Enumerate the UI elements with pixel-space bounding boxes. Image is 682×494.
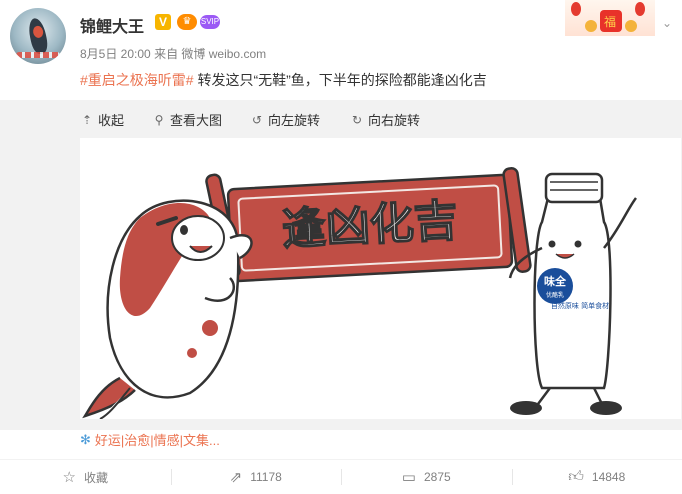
collapse-label: 收起 [98, 113, 125, 128]
media-panel: ⇡ 收起 ⚲ 查看大图 ↺ 向左旋转 ↻ 向右旋转 逢凶化吉 味全 优酪乳 自然… [0, 100, 682, 430]
rotate-right-button[interactable]: ↻ 向右旋转 [350, 110, 420, 129]
koi-fish-graphic [26, 16, 50, 56]
repost-count: 11178 [250, 470, 282, 484]
post-header: 锦鲤大王 V ♛ SVIP 8月5日 20:00 来自 微博 weibo.com… [0, 0, 682, 100]
media-toolbar: ⇡ 收起 ⚲ 查看大图 ↺ 向左旋转 ↻ 向右旋转 [0, 100, 682, 136]
comment-icon: ▭ [401, 469, 416, 486]
search-icon: ⚲ [154, 112, 164, 127]
topic-tags-text[interactable]: 好运|治愈|情感|文集... [95, 430, 220, 449]
lucky-card-decoration[interactable] [565, 0, 655, 36]
topic-tags[interactable]: ✻ 好运|治愈|情感|文集... [80, 430, 220, 449]
view-large-label: 查看大图 [170, 113, 223, 128]
arrow-up-icon: ⇡ [81, 112, 93, 127]
post-text: #重启之极海听雷# 转发这只“无鞋”鱼，下半年的探险都能逢凶化吉 [80, 70, 487, 90]
crown-badge-icon[interactable]: ♛ [177, 14, 197, 30]
share-icon: ⇗ [229, 469, 243, 486]
comment-count: 2875 [423, 470, 451, 484]
chevron-down-icon[interactable]: ⌄ [660, 16, 674, 30]
hashtag-link[interactable]: #重启之极海听雷# [80, 72, 194, 88]
topic-icon: ✻ [80, 431, 91, 447]
post-meta: 8月5日 20:00 来自 微博 weibo.com [80, 45, 266, 62]
verified-badge-icon[interactable]: V [155, 14, 171, 30]
coin-icon [585, 20, 597, 32]
thumbs-up-icon: 👍︎ [568, 468, 584, 485]
avatar-decoration [16, 52, 60, 58]
comment-button[interactable]: ▭ 2875 [341, 460, 512, 494]
star-icon: ☆ [62, 469, 76, 486]
post-date[interactable]: 8月5日 20:00 [80, 47, 151, 61]
view-large-button[interactable]: ⚲ 查看大图 [152, 110, 222, 129]
bottle-character: 味全 优酪乳 自然原味 简单食材 [508, 172, 637, 415]
rotate-left-icon: ↺ [251, 112, 263, 127]
bottle-brand-sub: 优酪乳 [546, 291, 564, 299]
action-bar: ☆ 收藏 ⇗ 11178 ▭ 2875 👍︎ 14848 [0, 460, 682, 494]
user-avatar[interactable] [10, 8, 66, 64]
like-count: 14848 [591, 470, 626, 484]
coin-icon [625, 20, 637, 32]
like-button[interactable]: 👍︎ 14848 [511, 460, 682, 494]
rotate-left-label: 向左旋转 [268, 113, 321, 128]
post-image[interactable]: 逢凶化吉 味全 优酪乳 自然原味 简单食材 [80, 138, 681, 419]
post-source[interactable]: 微博 weibo.com [181, 47, 266, 61]
collapse-button[interactable]: ⇡ 收起 [80, 110, 124, 129]
koi-and-bottle-illustration: 逢凶化吉 味全 优酪乳 自然原味 简单食材 [82, 167, 637, 419]
bottle-copy: 自然原味 简单食材 [551, 301, 609, 310]
favorite-button[interactable]: ☆ 收藏 [0, 460, 171, 494]
koi-character [82, 199, 253, 419]
svip-badge-icon[interactable]: SVIP [200, 15, 220, 29]
repost-button[interactable]: ⇗ 11178 [170, 460, 342, 494]
banner: 逢凶化吉 [205, 167, 532, 283]
rotate-right-icon: ↻ [351, 112, 363, 127]
from-label: 来自 [154, 47, 179, 61]
bottle-brand: 味全 [544, 274, 567, 288]
lantern-icon [571, 2, 581, 16]
rotate-right-label: 向右旋转 [368, 113, 421, 128]
banner-text: 逢凶化吉 [281, 195, 459, 255]
post-body: 转发这只“无鞋”鱼，下半年的探险都能逢凶化吉 [197, 72, 487, 88]
user-name[interactable]: 锦鲤大王 [80, 13, 144, 37]
red-envelope-icon [600, 10, 622, 32]
lantern-icon [635, 2, 645, 16]
favorite-label: 收藏 [83, 470, 108, 485]
rotate-left-button[interactable]: ↺ 向左旋转 [250, 110, 320, 129]
